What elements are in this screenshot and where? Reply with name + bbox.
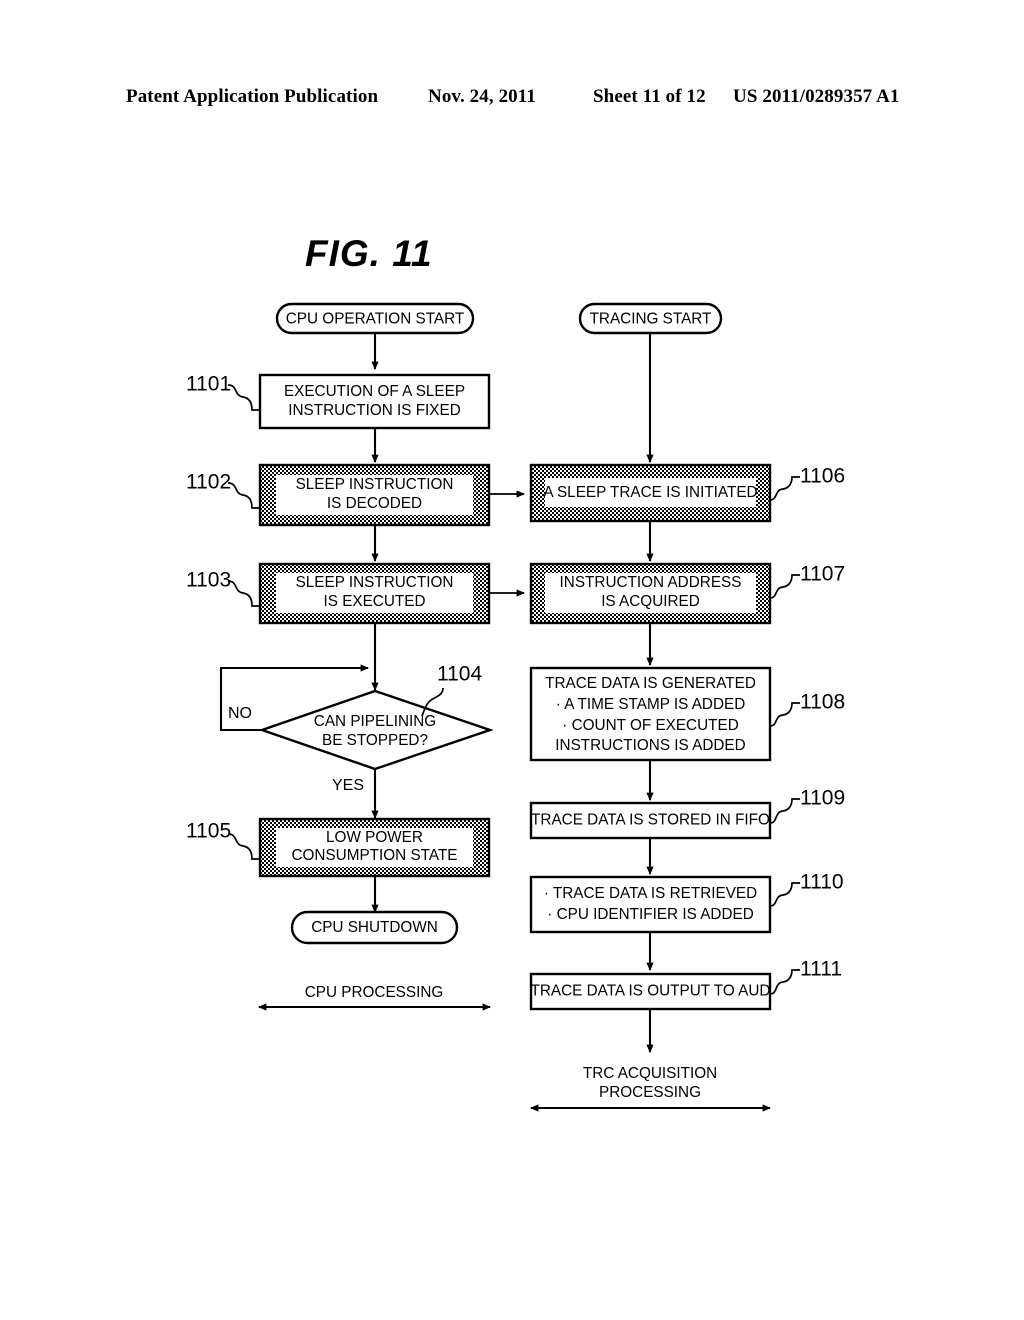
step-1105-line-2: CONSUMPTION STATE [291, 847, 457, 864]
step-1111: TRACE DATA IS OUTPUT TO AUD 1111 [529, 958, 842, 1011]
step-1111-line-1: TRACE DATA IS OUTPUT TO AUD [531, 983, 771, 1000]
ref-number-1108: 1108 [800, 691, 845, 714]
step-1110: · TRACE DATA IS RETRIEVED · CPU IDENTIFI… [529, 871, 844, 934]
step-1106-line-1: A SLEEP TRACE IS INITIATED [543, 484, 757, 501]
footer-trc-line-1: TRC ACQUISITION [583, 1065, 717, 1082]
leader-1109 [769, 798, 800, 824]
leader-1107 [769, 574, 800, 599]
step-1105-line-1: LOW POWER [326, 829, 423, 846]
step-1101-line-1: EXECUTION OF A SLEEP [284, 383, 465, 400]
leader-1105 [227, 833, 260, 860]
step-1103: SLEEP INSTRUCTION IS EXECUTED 1103 [186, 562, 491, 625]
step-1107-line-1: INSTRUCTION ADDRESS [560, 574, 742, 591]
step-1103-line-1: SLEEP INSTRUCTION [296, 574, 454, 591]
footer-trc-acquisition-processing: TRC ACQUISITION PROCESSING [530, 1065, 771, 1112]
step-1101-line-2: INSTRUCTION IS FIXED [288, 402, 461, 419]
step-1108: TRACE DATA IS GENERATED · A TIME STAMP I… [529, 666, 845, 762]
leader-1111 [769, 969, 800, 995]
leader-1106 [769, 476, 800, 501]
branch-label-no: NO [228, 705, 252, 722]
step-1103-line-2: IS EXECUTED [324, 593, 426, 610]
step-1107-line-2: IS ACQUIRED [601, 593, 700, 610]
leader-1101 [227, 384, 260, 411]
patent-figure-page: { "header": { "publication": "Patent App… [0, 0, 1024, 1320]
leader-1102 [227, 482, 260, 509]
ref-number-1105: 1105 [186, 820, 231, 843]
footer-cpu-processing: CPU PROCESSING [258, 984, 491, 1011]
terminal-label: CPU SHUTDOWN [311, 919, 438, 936]
step-1105: LOW POWER CONSUMPTION STATE 1105 [186, 817, 491, 878]
step-1108-line-4: INSTRUCTIONS IS ADDED [555, 737, 745, 754]
ref-number-1101: 1101 [186, 373, 231, 396]
step-1102-line-2: IS DECODED [327, 495, 422, 512]
terminal-cpu-operation-start: CPU OPERATION START [275, 302, 475, 335]
step-1109-line-1: TRACE DATA IS STORED IN FIFO [531, 812, 770, 829]
terminal-label: TRACING START [590, 311, 712, 328]
step-1108-line-3: · COUNT OF EXECUTED [562, 717, 739, 734]
footer-trc-line-2: PROCESSING [599, 1084, 701, 1101]
terminal-tracing-start: TRACING START [578, 302, 723, 335]
step-1107: INSTRUCTION ADDRESS IS ACQUIRED 1107 [529, 563, 845, 625]
ref-number-1103: 1103 [186, 569, 231, 592]
decision-line-2: BE STOPPED? [322, 732, 428, 749]
ref-number-1109: 1109 [800, 787, 845, 810]
footer-cpu-processing-label: CPU PROCESSING [305, 984, 444, 1001]
ref-number-1111: 1111 [800, 958, 842, 981]
ref-number-1104: 1104 [437, 663, 482, 686]
step-1101: EXECUTION OF A SLEEP INSTRUCTION IS FIXE… [186, 373, 491, 430]
step-1102-line-1: SLEEP INSTRUCTION [296, 476, 454, 493]
terminal-label: CPU OPERATION START [286, 311, 464, 328]
step-1106: A SLEEP TRACE IS INITIATED 1106 [529, 463, 845, 523]
flowchart-diagram: CPU OPERATION START TRACING START CPU SH… [186, 302, 845, 1112]
ref-number-1110: 1110 [800, 871, 844, 894]
ref-number-1102: 1102 [186, 471, 231, 494]
step-1108-line-2: · A TIME STAMP IS ADDED [556, 696, 746, 713]
ref-number-1107: 1107 [800, 563, 845, 586]
branch-label-yes: YES [332, 777, 364, 794]
step-1110-line-1: · TRACE DATA IS RETRIEVED [544, 885, 757, 902]
leader-1110 [769, 882, 800, 907]
ref-number-1106: 1106 [800, 465, 845, 488]
decision-line-1: CAN PIPELINING [314, 713, 436, 730]
step-1110-line-2: · CPU IDENTIFIER IS ADDED [547, 906, 754, 923]
terminal-cpu-shutdown: CPU SHUTDOWN [290, 910, 459, 945]
step-1102: SLEEP INSTRUCTION IS DECODED 1102 [186, 463, 491, 527]
leader-1108 [769, 702, 800, 727]
leader-1103 [227, 580, 260, 607]
decision-1104: CAN PIPELINING BE STOPPED? 1104 NO YES [228, 663, 494, 794]
step-1109: TRACE DATA IS STORED IN FIFO 1109 [529, 787, 845, 840]
step-1108-line-1: TRACE DATA IS GENERATED [545, 675, 756, 692]
